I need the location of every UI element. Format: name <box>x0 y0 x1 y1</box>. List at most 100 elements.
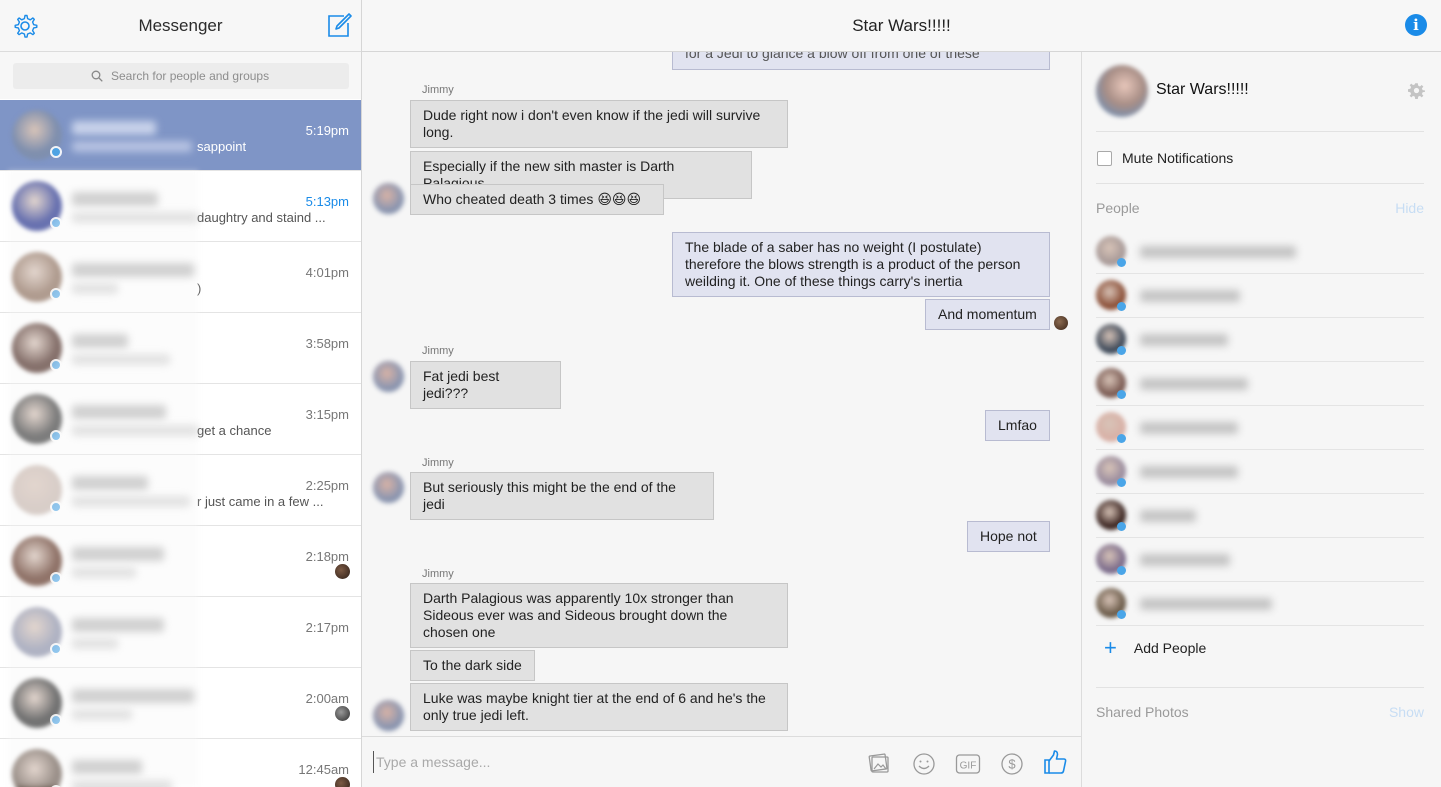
people-list <box>1096 230 1424 626</box>
message-input[interactable] <box>373 751 833 773</box>
contact-name-redacted <box>72 547 164 561</box>
conversation-item[interactable]: r just came in a few ... 2:25pm <box>0 455 361 526</box>
message-text: Fat jedi best jedi??? <box>423 368 500 401</box>
messenger-badge-icon <box>1117 478 1126 487</box>
plus-icon: + <box>1104 635 1117 660</box>
messenger-badge-icon <box>50 501 62 513</box>
messenger-badge-icon <box>1117 302 1126 311</box>
search-area <box>0 52 361 99</box>
seen-avatar <box>335 777 350 787</box>
person-name-redacted <box>1140 466 1238 478</box>
message-bubble: Who cheated death 3 times 😆😆😆 <box>410 184 664 215</box>
conversation-sidebar: Messenger sappoint 5:19pm daughtry and sta… <box>0 0 362 787</box>
sender-avatar <box>373 183 404 214</box>
messenger-badge-icon <box>1117 610 1126 619</box>
conversation-item[interactable]: 2:18pm <box>0 526 361 597</box>
chat-header: Star Wars!!!!! i <box>362 0 1441 52</box>
message-bubble: Darth Palagious was apparently 10x stron… <box>410 583 788 648</box>
conversation-item[interactable]: ) 4:01pm <box>0 242 361 313</box>
sender-name: Jimmy <box>422 568 454 580</box>
group-avatar <box>1096 65 1148 117</box>
messenger-badge-icon <box>50 217 62 229</box>
like-thumb-icon[interactable] <box>1042 749 1068 775</box>
conversation-time: 5:19pm <box>305 123 349 138</box>
conversation-item[interactable]: 2:00am <box>0 668 361 739</box>
message-bubble: To the dark side <box>410 650 535 681</box>
payment-icon[interactable]: $ <box>999 751 1025 777</box>
conversation-item[interactable]: sappoint 5:19pm <box>0 100 361 171</box>
message-text: Lmfao <box>998 417 1037 433</box>
messenger-badge-icon <box>50 430 62 442</box>
snippet-redacted <box>72 780 172 787</box>
person-row[interactable] <box>1096 450 1424 494</box>
messenger-badge-icon <box>1117 566 1126 575</box>
message-text: Dude right now i don't even know if the … <box>423 107 761 140</box>
conversation-item[interactable]: 12:45am <box>0 739 361 787</box>
conversation-item[interactable]: daughtry and staind ... 5:13pm <box>0 171 361 242</box>
message-text: But seriously this might be the end of t… <box>423 479 676 512</box>
conversation-time: 2:18pm <box>305 549 349 564</box>
person-row[interactable] <box>1096 230 1424 274</box>
seen-avatar <box>335 564 350 579</box>
conversation-item[interactable]: 3:58pm <box>0 313 361 384</box>
conversation-snippet: r just came in a few ... <box>197 494 324 509</box>
add-people-label: Add People <box>1133 640 1207 656</box>
conversation-snippet: ) <box>197 281 202 296</box>
info-icon[interactable]: i <box>1405 14 1427 36</box>
snippet-redacted <box>72 567 136 578</box>
person-row[interactable] <box>1096 406 1424 450</box>
show-shared-photos-link[interactable]: Show <box>1389 704 1424 720</box>
person-row[interactable] <box>1096 538 1424 582</box>
divider <box>1096 131 1424 132</box>
mute-notifications-toggle[interactable]: Mute Notifications <box>1097 150 1233 166</box>
message-text: Who cheated death 3 times 😆😆😆 <box>423 191 642 207</box>
sender-avatar <box>373 472 404 503</box>
message-bubble: Fat jedi best jedi??? <box>410 361 561 409</box>
contact-name-redacted <box>72 618 164 632</box>
person-name-redacted <box>1140 598 1272 610</box>
message-text: for a Jedi to glance a blow off from one… <box>685 52 980 61</box>
snippet-redacted <box>72 425 198 436</box>
messenger-badge-icon <box>50 714 62 726</box>
conversation-item[interactable]: 2:17pm <box>0 597 361 668</box>
person-name-redacted <box>1140 554 1230 566</box>
group-settings-gear-icon[interactable] <box>1408 82 1425 99</box>
add-people-button[interactable]: + Add People <box>1104 635 1207 660</box>
person-row[interactable] <box>1096 582 1424 626</box>
message-text: The blade of a saber has no weight (I po… <box>685 239 1021 289</box>
mute-checkbox[interactable] <box>1097 150 1112 166</box>
sender-avatar <box>373 361 404 392</box>
snippet-redacted <box>72 354 170 365</box>
chat-title: Star Wars!!!!! <box>852 16 951 35</box>
compose-icon[interactable] <box>325 12 352 39</box>
messenger-app: Messenger sappoint 5:19pm daughtry and sta… <box>0 0 1441 787</box>
person-row[interactable] <box>1096 318 1424 362</box>
message-bubble: The blade of a saber has no weight (I po… <box>672 232 1050 297</box>
group-name: Star Wars!!!!! <box>1156 81 1249 98</box>
snippet-redacted <box>72 283 118 294</box>
conversation-details-panel: Star Wars!!!!! Mute Notifications People… <box>1081 52 1441 787</box>
mute-label: Mute Notifications <box>1122 150 1234 166</box>
message-text: Darth Palagious was apparently 10x stron… <box>423 590 734 640</box>
conversation-time: 2:25pm <box>305 478 349 493</box>
sender-name: Jimmy <box>422 84 454 96</box>
conversation-list: sappoint 5:19pm daughtry and staind ... 5:1… <box>0 100 361 787</box>
emoji-icon[interactable] <box>911 751 937 777</box>
conversation-time: 3:58pm <box>305 336 349 351</box>
read-receipt-avatar <box>1054 316 1068 330</box>
person-row[interactable] <box>1096 362 1424 406</box>
hide-people-link[interactable]: Hide <box>1395 200 1424 216</box>
person-row[interactable] <box>1096 274 1424 318</box>
search-input[interactable] <box>111 69 271 83</box>
photo-icon[interactable] <box>867 751 893 777</box>
search-box[interactable] <box>13 63 349 89</box>
contact-name-redacted <box>72 192 158 206</box>
gif-icon[interactable]: GIF <box>955 751 981 777</box>
conversation-item[interactable]: get a chance 3:15pm <box>0 384 361 455</box>
person-row[interactable] <box>1096 494 1424 538</box>
message-bubble: But seriously this might be the end of t… <box>410 472 714 520</box>
conversation-snippet: sappoint <box>197 139 247 154</box>
gif-label: GIF <box>960 761 977 772</box>
svg-text:$: $ <box>1008 757 1016 772</box>
messenger-badge-icon <box>1117 522 1126 531</box>
